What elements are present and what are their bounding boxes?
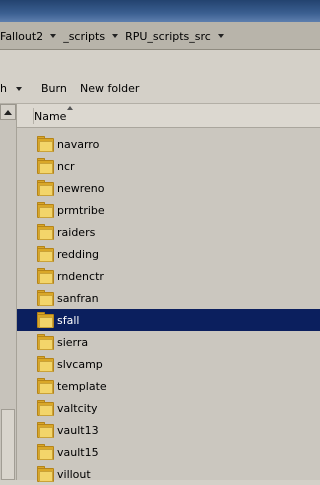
folder-icon: [37, 158, 54, 174]
column-header-name[interactable]: Name: [34, 110, 66, 123]
list-item[interactable]: raiders: [17, 221, 320, 243]
list-item[interactable]: sierra: [17, 331, 320, 353]
breadcrumb-chevron-icon[interactable]: [112, 34, 119, 38]
breadcrumb-chevron-icon[interactable]: [217, 34, 224, 38]
folder-icon: [37, 356, 54, 372]
folder-icon: [37, 312, 54, 328]
list-item[interactable]: sanfran: [17, 287, 320, 309]
scroll-thumb[interactable]: [1, 409, 15, 480]
breadcrumb-item-scripts[interactable]: _scripts: [63, 30, 107, 43]
file-list: Name navarro ncr newreno prmtribe raiders red…: [17, 104, 320, 482]
file-name: sfall: [57, 313, 80, 327]
file-name: rndenctr: [57, 269, 104, 283]
share-with-menu[interactable]: h: [0, 82, 23, 95]
address-bar[interactable]: Fallout2 _scripts RPU_scripts_src: [0, 22, 320, 50]
scroll-up-button[interactable]: [0, 104, 16, 120]
breadcrumb-chevron-icon[interactable]: [50, 34, 57, 38]
command-bar: h Burn New folder: [0, 50, 320, 104]
chevron-down-icon: [16, 87, 23, 91]
title-bar: [0, 0, 320, 22]
list-item[interactable]: slvcamp: [17, 353, 320, 375]
folder-icon: [37, 378, 54, 394]
file-name: ncr: [57, 159, 75, 173]
file-name: sierra: [57, 335, 89, 349]
column-header-row: Name: [17, 104, 320, 128]
list-item[interactable]: prmtribe: [17, 199, 320, 221]
file-name: valtcity: [57, 401, 98, 415]
folder-icon: [37, 466, 54, 482]
breadcrumb: Fallout2 _scripts RPU_scripts_src: [0, 28, 231, 44]
file-name: slvcamp: [57, 357, 103, 371]
folder-icon: [37, 400, 54, 416]
file-rows: navarro ncr newreno prmtribe raiders redding r…: [17, 133, 320, 485]
sort-ascending-icon: [67, 106, 73, 110]
list-item[interactable]: redding: [17, 243, 320, 265]
folder-icon: [37, 224, 54, 240]
burn-button[interactable]: Burn: [41, 82, 67, 95]
list-item[interactable]: template: [17, 375, 320, 397]
list-item[interactable]: valtcity: [17, 397, 320, 419]
breadcrumb-item-fallout2[interactable]: Fallout2: [0, 30, 45, 43]
list-item[interactable]: sfall: [17, 309, 320, 331]
file-name: navarro: [57, 137, 100, 151]
folder-icon: [37, 180, 54, 196]
folder-icon: [37, 246, 54, 262]
list-item[interactable]: rndenctr: [17, 265, 320, 287]
folder-icon: [37, 422, 54, 438]
file-name: newreno: [57, 181, 105, 195]
file-name: vault13: [57, 423, 99, 437]
folder-icon: [37, 136, 54, 152]
new-folder-button[interactable]: New folder: [80, 82, 139, 95]
list-item[interactable]: newreno: [17, 177, 320, 199]
list-item[interactable]: vault13: [17, 419, 320, 441]
file-name: template: [57, 379, 107, 393]
share-with-label: h: [0, 82, 7, 95]
file-name: redding: [57, 247, 100, 261]
arrow-up-icon: [4, 109, 12, 115]
folder-icon: [37, 268, 54, 284]
navigation-pane-scrollbar[interactable]: [0, 104, 17, 480]
list-item[interactable]: vault15: [17, 441, 320, 463]
file-name: raiders: [57, 225, 96, 239]
list-item[interactable]: villout: [17, 463, 320, 485]
file-name: villout: [57, 467, 91, 481]
folder-icon: [37, 202, 54, 218]
folder-icon: [37, 444, 54, 460]
breadcrumb-item-rpu-scripts-src[interactable]: RPU_scripts_src: [125, 30, 213, 43]
file-name: vault15: [57, 445, 99, 459]
folder-icon: [37, 290, 54, 306]
folder-icon: [37, 334, 54, 350]
list-item[interactable]: navarro: [17, 133, 320, 155]
file-name: prmtribe: [57, 203, 105, 217]
list-item[interactable]: ncr: [17, 155, 320, 177]
file-name: sanfran: [57, 291, 99, 305]
